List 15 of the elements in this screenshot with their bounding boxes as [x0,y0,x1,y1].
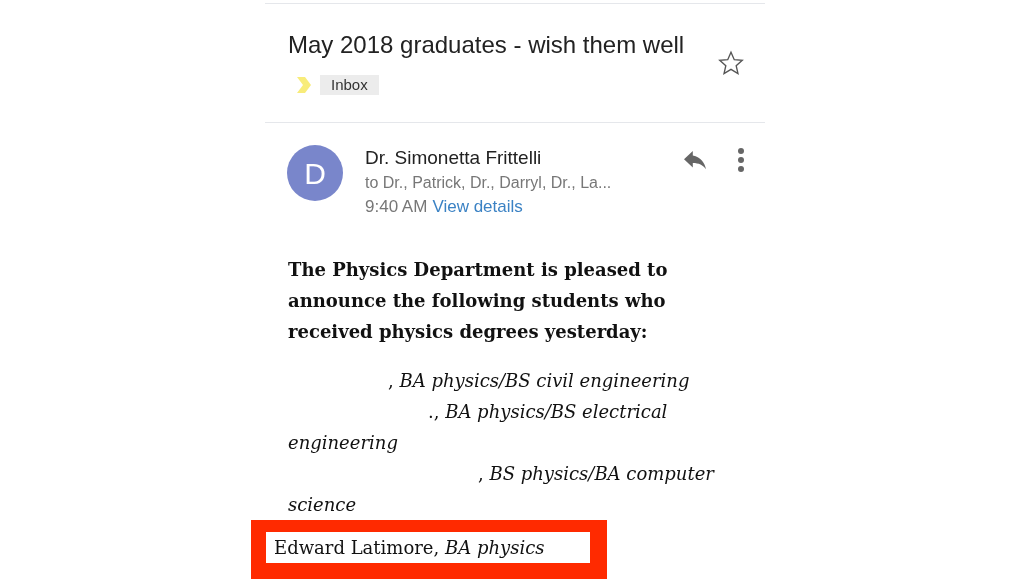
announcement-text: The Physics Department is pleased to announce the following students who received physics degrees yesterday: [287,258,669,344]
graduate-entry: , BA physics/BS civil engineering [387,369,691,393]
star-icon[interactable] [717,50,745,77]
graduate-entry: , BS physics/BA computer science [287,462,716,517]
importance-marker-icon [296,75,312,94]
email-subject: May 2018 graduates - wish them well [288,31,685,58]
more-options-icon[interactable] [737,147,745,173]
sender-name: Dr. Simonetta Frittelli [365,146,543,170]
inbox-label[interactable]: Inbox [320,74,379,95]
graduate-entry: ., BA physics/BS electrical engineering [287,400,669,455]
sender-avatar: D [287,145,343,201]
recipients-text: to Dr., Patrick, Dr., Darryl, Dr., La... [365,173,613,193]
time-text: 9:40 AM [365,196,428,218]
view-details-link[interactable]: View details [432,196,523,218]
graduate-entry: Edward Latimore, BA physics [266,532,590,563]
